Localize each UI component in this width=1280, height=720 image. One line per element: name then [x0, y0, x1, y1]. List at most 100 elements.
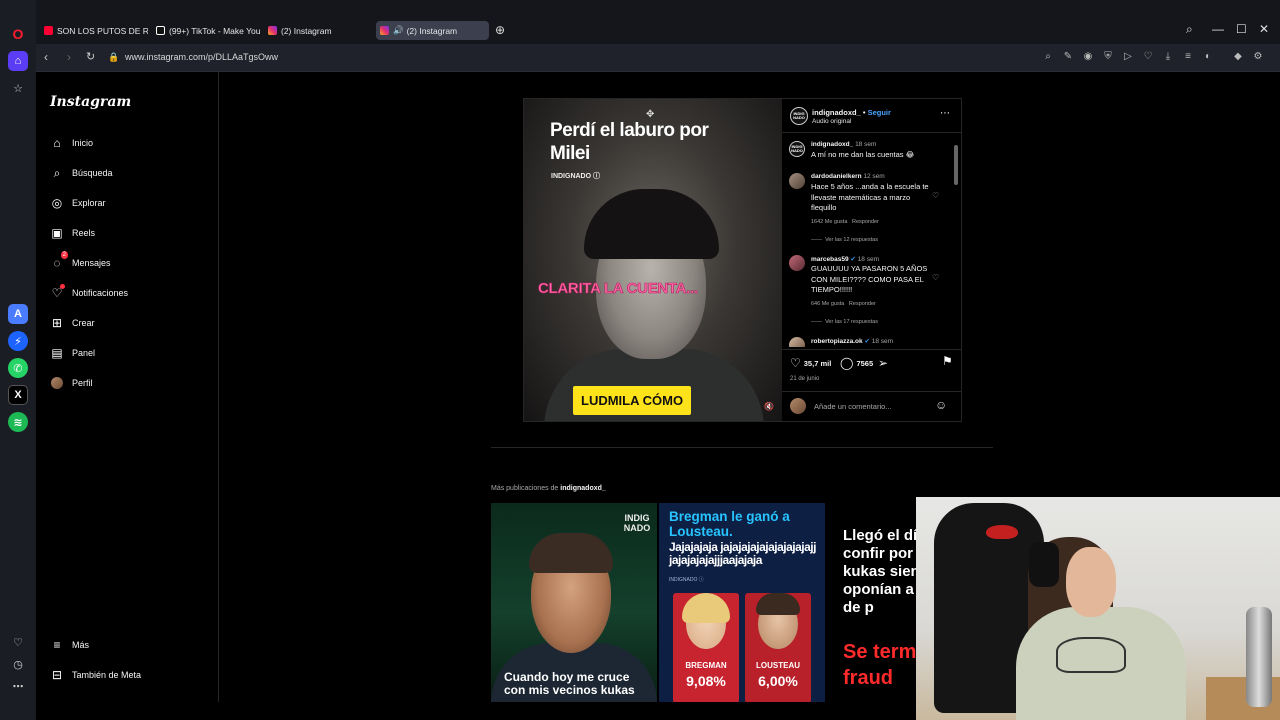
view-replies[interactable]: —— Ver las 17 respuestas — [811, 319, 878, 325]
view-replies[interactable]: —— Ver las 12 respuestas — [811, 237, 878, 243]
more-dots-icon[interactable]: ⋯ — [8, 676, 28, 696]
comments-list[interactable]: INDIG NADO indignadoxd_ 18 sem A mí no m… — [782, 135, 961, 347]
nav-notifications[interactable]: ♡ Notificaciones — [50, 282, 128, 304]
reload-button[interactable]: ↻ — [86, 50, 95, 63]
mute-icon[interactable]: 🔇 — [764, 402, 774, 411]
nav-reels[interactable]: ▣ Reels — [50, 222, 95, 244]
author-username[interactable]: indignadoxd_ — [812, 108, 861, 117]
avatar[interactable]: INDIG NADO — [789, 141, 805, 157]
nav-dashboard[interactable]: ▤ Panel — [50, 342, 95, 364]
like-comment-icon[interactable]: ♡ — [932, 191, 939, 200]
nav-explore[interactable]: ◎ Explorar — [50, 192, 106, 214]
shirt-print — [1056, 637, 1126, 673]
address-bar: ‹ › ↻ 🔒 www.instagram.com/p/DLLAaTgsOww … — [36, 44, 1280, 72]
nav-label: Explorar — [72, 198, 106, 208]
shield-icon[interactable]: ⛨ — [1102, 51, 1114, 63]
back-button[interactable]: ‹ — [44, 50, 48, 64]
nav-label: Panel — [72, 348, 96, 358]
list-item: dardodanielkern 12 sem Hace 5 años ...an… — [789, 173, 949, 253]
home-icon[interactable]: ⌂ — [8, 51, 28, 71]
nav-more[interactable]: ≡ Más — [50, 634, 89, 656]
profile-icon[interactable]: ◐ — [1202, 51, 1214, 63]
list-item: robertopiazza.ok ✔ 18 sem — [789, 337, 949, 347]
minimize-button[interactable]: — — [1212, 22, 1224, 36]
tab-instagram-1[interactable]: (2) Instagram — [264, 21, 372, 40]
tab-youtube[interactable]: SON LOS PUTOS DE RIBEIRO — [40, 21, 148, 40]
menu-lines-icon[interactable]: ≡ — [1182, 51, 1194, 63]
nav-profile[interactable]: Perfil — [50, 372, 93, 394]
zoom-search-icon[interactable]: ⌕ — [1042, 51, 1054, 63]
close-window-button[interactable]: ✕ — [1259, 22, 1269, 36]
post-video[interactable]: ✥ Perdí el laburo por Milei INDIGNADO ⓘ … — [524, 99, 782, 421]
comment-button[interactable]: ◯ 7565 — [840, 356, 873, 370]
avatar[interactable] — [789, 255, 805, 271]
more-options-icon[interactable]: ⋯ — [940, 108, 950, 119]
camera-icon[interactable]: ◉ — [1082, 51, 1094, 63]
share-button[interactable]: ➢ — [878, 356, 891, 370]
messenger-icon[interactable]: ⚡ — [8, 331, 28, 351]
play-icon[interactable]: ▷ — [1122, 51, 1134, 63]
streamer-face — [1066, 547, 1116, 617]
search-icon: ⌕ — [53, 165, 61, 180]
author-avatar[interactable]: INDIG NADO — [790, 107, 808, 125]
extension-icon[interactable]: ◆ — [1232, 51, 1244, 63]
nav-also-from-meta[interactable]: ⊟ También de Meta — [50, 664, 141, 686]
search-tabs-icon[interactable]: ⌕ — [1186, 22, 1193, 37]
whatsapp-icon[interactable]: ✆ — [8, 358, 28, 378]
instagram-logo[interactable]: Instagram — [50, 94, 131, 110]
spotify-icon[interactable]: ≋ — [8, 412, 28, 432]
comment-meta: 1642 Me gusta Responder — [811, 219, 879, 225]
post-header: INDIG NADO indignadoxd_ • Seguir Audio o… — [782, 99, 961, 133]
follow-button[interactable]: Seguir — [868, 108, 891, 117]
edit-icon[interactable]: ✎ — [1062, 51, 1074, 63]
x-twitter-icon[interactable]: X — [8, 385, 28, 405]
forward-button[interactable]: › — [67, 50, 71, 64]
maximize-button[interactable]: ☐ — [1236, 22, 1247, 36]
settings-icon[interactable]: ⚙ — [1252, 51, 1264, 63]
more-post-thumbnail[interactable]: INDIG NADO Cuando hoy me cruce con mis v… — [491, 503, 657, 702]
heart-icon[interactable]: ♡ — [8, 632, 28, 652]
comments-scrollbar[interactable] — [954, 135, 958, 347]
tab-title: (2) Instagram — [406, 25, 458, 36]
download-icon[interactable]: ⤓ — [1162, 51, 1174, 63]
more-post-thumbnail[interactable]: Bregman le ganó a Lousteau. Jajajajaja j… — [659, 503, 825, 702]
tab-instagram-active[interactable]: 🔊 (2) Instagram — [376, 21, 489, 40]
comment-input[interactable]: Añade un comentario... — [814, 402, 892, 411]
add-comment-bar: Añade un comentario... ☺ — [782, 391, 961, 421]
grid-icon: ⊟ — [51, 668, 63, 682]
comment-text: Hace 5 años ...anda a la escuela te llev… — [811, 182, 929, 212]
heart-icon: ♡ — [790, 356, 801, 370]
nav-messages[interactable]: ◌ 2 Mensajes — [50, 251, 111, 274]
instagram-icon — [268, 26, 277, 35]
comment-user: indignadoxd_ 18 sem — [811, 141, 877, 148]
bookmark-icon[interactable]: ⚑ — [942, 354, 953, 368]
url-field[interactable]: www.instagram.com/p/DLLAaTgsOww — [125, 52, 278, 62]
lock-icon[interactable]: 🔒 — [108, 52, 119, 63]
messages-badge: 2 — [60, 251, 68, 259]
avatar[interactable] — [789, 173, 805, 189]
thermos — [1246, 607, 1272, 707]
heart-outline-icon[interactable]: ♡ — [1142, 51, 1154, 63]
more-post-thumbnail[interactable]: Llegó el día que confir por qué to kukas… — [827, 503, 927, 702]
tab-tiktok[interactable]: (99+) TikTok - Make Your Day — [152, 21, 260, 40]
new-tab-button[interactable]: ⊕ — [495, 23, 505, 37]
divider — [491, 447, 993, 448]
opera-logo-icon[interactable]: O — [8, 24, 28, 44]
audio-label[interactable]: Audio original — [812, 118, 851, 125]
bookmarks-star-icon[interactable]: ☆ — [8, 78, 28, 98]
aria-icon[interactable]: A — [8, 304, 28, 324]
history-clock-icon[interactable]: ◷ — [8, 654, 28, 674]
comment-meta: 646 Me gusta Responder — [811, 301, 876, 307]
nav-search[interactable]: ⌕ Búsqueda — [50, 162, 113, 184]
nav-home[interactable]: ⌂ Inicio — [50, 132, 93, 154]
avatar[interactable] — [789, 337, 805, 347]
emoji-icon[interactable]: ☺ — [935, 398, 947, 412]
like-button[interactable]: ♡ 35,7 mil — [790, 356, 831, 370]
post-sidebar: INDIG NADO indignadoxd_ • Seguir Audio o… — [782, 99, 961, 421]
nav-label: Reels — [72, 228, 96, 238]
nav-create[interactable]: ⊞ Crear — [50, 312, 95, 334]
audio-playing-icon[interactable]: 🔊 — [393, 25, 404, 36]
like-comment-icon[interactable]: ♡ — [932, 273, 939, 282]
headset-icon — [1029, 542, 1059, 587]
chair-logo — [986, 525, 1018, 539]
